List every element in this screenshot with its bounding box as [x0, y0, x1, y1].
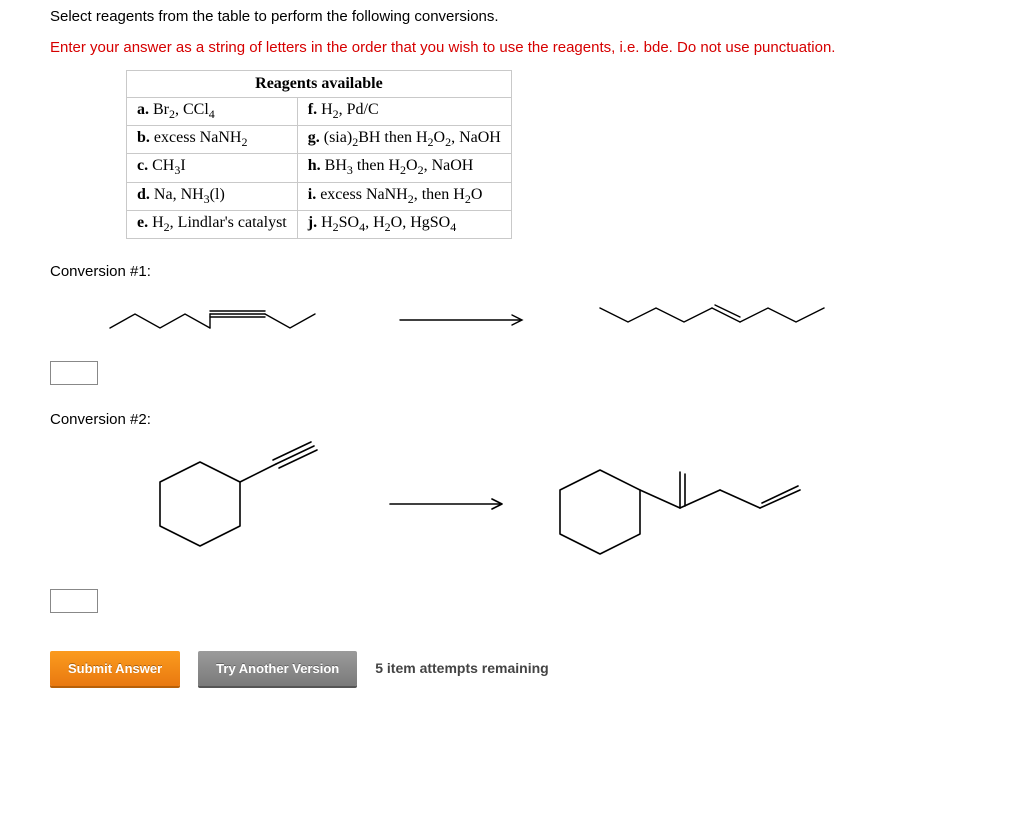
table-row: d. Na, NH3(l)i. excess NaNH2, then H2O	[127, 182, 512, 210]
reagent-cell: h. BH3 then H2O2, NaOH	[297, 154, 511, 182]
conversion-1-answer[interactable]	[50, 361, 98, 385]
conversion-2-label: Conversion #2:	[50, 411, 1024, 428]
reagent-cell: i. excess NaNH2, then H2O	[297, 182, 511, 210]
submit-button[interactable]: Submit Answer	[50, 651, 180, 686]
reagent-cell: c. CH3I	[127, 154, 298, 182]
reagent-cell: g. (sia)2BH then H2O2, NaOH	[297, 126, 511, 154]
reagent-cell: f. H2, Pd/C	[297, 98, 511, 126]
reagent-cell: b. excess NaNH2	[127, 126, 298, 154]
instruction-format: Enter your answer as a string of letters…	[50, 39, 1024, 56]
conversion-1-scheme	[90, 286, 1024, 351]
attempts-remaining: 5 item attempts remaining	[375, 660, 549, 676]
instruction-text: Select reagents from the table to perfor…	[50, 8, 1024, 25]
reagent-cell: e. H2, Lindlar's catalyst	[127, 210, 298, 238]
conversion-1-label: Conversion #1:	[50, 263, 1024, 280]
conversion-2-answer[interactable]	[50, 589, 98, 613]
reagent-cell: j. H2SO4, H2O, HgSO4	[297, 210, 511, 238]
table-row: e. H2, Lindlar's catalystj. H2SO4, H2O, …	[127, 210, 512, 238]
try-another-button[interactable]: Try Another Version	[198, 651, 357, 686]
table-row: c. CH3Ih. BH3 then H2O2, NaOH	[127, 154, 512, 182]
reagent-cell: a. Br2, CCl4	[127, 98, 298, 126]
table-row: b. excess NaNH2g. (sia)2BH then H2O2, Na…	[127, 126, 512, 154]
table-row: a. Br2, CCl4f. H2, Pd/C	[127, 98, 512, 126]
action-bar: Submit Answer Try Another Version 5 item…	[50, 651, 1024, 686]
reagent-cell: d. Na, NH3(l)	[127, 182, 298, 210]
conversion-2-scheme	[90, 434, 1024, 579]
reagents-table: Reagents available a. Br2, CCl4f. H2, Pd…	[126, 70, 512, 239]
reagents-header: Reagents available	[127, 71, 512, 98]
